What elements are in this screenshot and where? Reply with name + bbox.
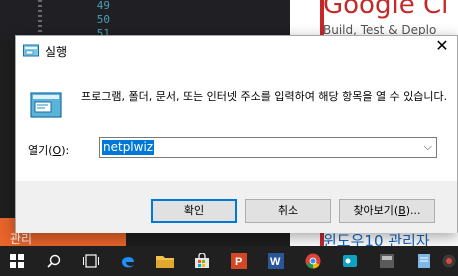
paint-icon <box>343 255 357 267</box>
word-button[interactable]: W <box>259 246 293 276</box>
notepad-icon <box>418 254 430 268</box>
taskbar: P W <box>0 246 458 276</box>
close-icon: ✕ <box>435 36 449 55</box>
open-combobox[interactable]: netplwiz ⌵ <box>99 137 437 158</box>
word-icon: W <box>268 253 284 269</box>
dialog-title: 실행 <box>45 45 68 59</box>
run-dialog: 실행 ✕ 프로그램, 폴더, 문서, 또는 인터넷 주소를 입력하여 해당 항목… <box>15 35 458 233</box>
chrome-button[interactable] <box>296 246 330 276</box>
editor-scroll-marks <box>38 0 42 40</box>
file-explorer-icon <box>156 256 174 268</box>
store-button[interactable] <box>185 246 219 276</box>
powerpoint-button[interactable]: P <box>222 246 256 276</box>
edge-icon <box>122 257 134 268</box>
line-number: 50 <box>96 13 110 26</box>
paint-button[interactable] <box>333 246 367 276</box>
search-icon <box>47 254 61 268</box>
file-explorer-button[interactable] <box>148 246 182 276</box>
app-button[interactable] <box>370 246 404 276</box>
close-button[interactable]: ✕ <box>427 36 457 66</box>
web-title: Google Cl <box>323 0 449 20</box>
media-icon <box>442 254 456 268</box>
search-button[interactable] <box>37 246 71 276</box>
dialog-footer: 확인 취소 찾아보기(B)... <box>16 181 457 233</box>
store-icon <box>195 253 209 268</box>
editor-gutter: 49 50 51 <box>80 0 120 40</box>
ok-button[interactable]: 확인 <box>151 199 237 223</box>
svg-text:W: W <box>270 256 281 268</box>
powerpoint-icon: P <box>231 253 247 269</box>
svg-text:P: P <box>235 256 242 268</box>
app-icon <box>380 254 394 268</box>
media-button[interactable] <box>440 246 458 276</box>
line-number: 49 <box>96 0 110 12</box>
open-input-value[interactable]: netplwiz <box>102 140 155 155</box>
task-view-icon <box>83 254 99 268</box>
cancel-button[interactable]: 취소 <box>245 199 331 223</box>
run-icon <box>23 44 39 57</box>
edge-button[interactable] <box>111 246 145 276</box>
chrome-icon <box>305 253 321 269</box>
dialog-description: 프로그램, 폴더, 문서, 또는 인터넷 주소를 입력하여 해당 항목을 열 수… <box>81 90 448 103</box>
browse-button[interactable]: 찾아보기(B)... <box>339 199 435 223</box>
run-large-icon <box>30 92 62 118</box>
background-code-editor: 49 50 51 <box>0 0 290 40</box>
title-bar[interactable]: 실행 ✕ <box>16 36 457 66</box>
open-label: 열기(O): <box>28 144 70 157</box>
start-icon <box>10 254 24 268</box>
start-button[interactable] <box>0 246 34 276</box>
task-view-button[interactable] <box>74 246 108 276</box>
notepad-button[interactable] <box>407 246 441 276</box>
chevron-down-icon[interactable]: ⌵ <box>424 140 432 154</box>
